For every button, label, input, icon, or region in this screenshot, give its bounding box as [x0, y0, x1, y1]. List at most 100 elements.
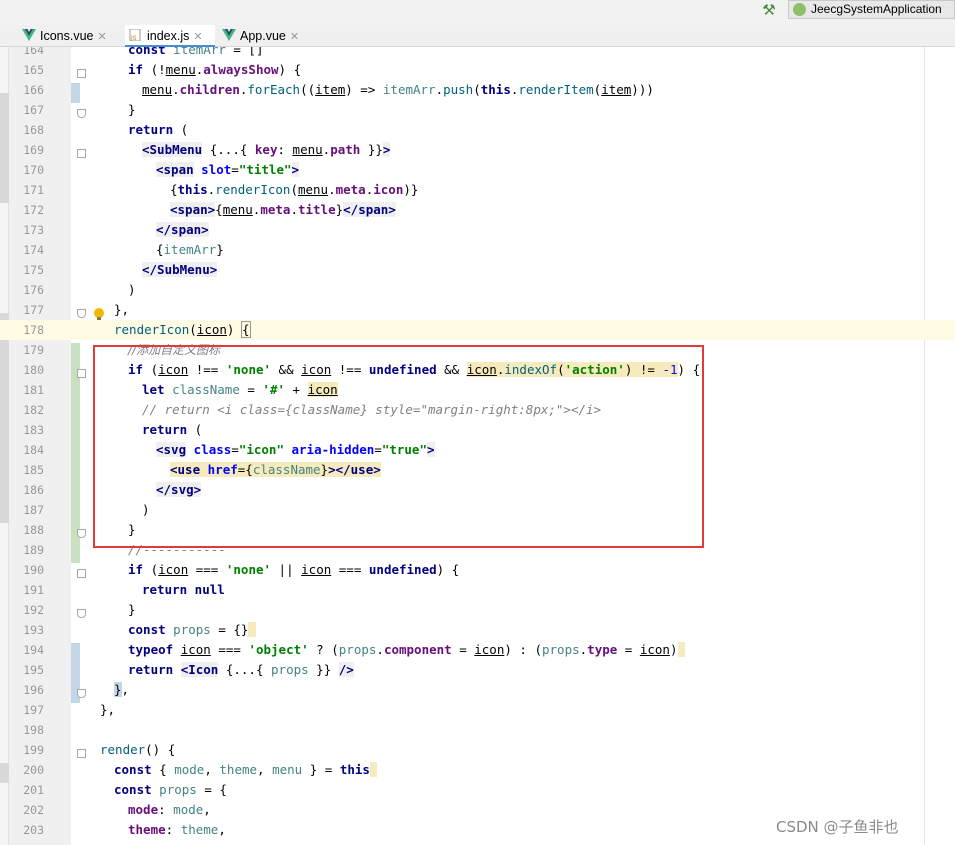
line-number: 174 [23, 243, 44, 257]
code-line-current[interactable]: 178 renderIcon(icon) { [0, 320, 955, 340]
line-number: 203 [23, 823, 44, 837]
code-line[interactable]: 198 [0, 720, 955, 740]
code-line[interactable]: 169 <SubMenu {...{ key: menu.path }}> [0, 140, 955, 160]
code-text: theme: theme, [128, 822, 226, 837]
line-number: 190 [23, 563, 44, 577]
code-text: </span> [156, 222, 209, 237]
line-number: 164 [23, 47, 44, 57]
line-number: 185 [23, 463, 44, 477]
hammer-icon[interactable]: ⚒ [760, 1, 778, 19]
code-line[interactable]: 197 }, [0, 700, 955, 720]
code-line[interactable]: 172 <span>{menu.meta.title}</span> [0, 200, 955, 220]
tab-index-js[interactable]: JS index.js ✕ [125, 25, 215, 47]
code-line[interactable]: 176 ) [0, 280, 955, 300]
highlight-annotation-box [93, 345, 704, 548]
code-text: }, [100, 702, 116, 717]
code-text: }, [114, 302, 130, 317]
code-text: ) [128, 282, 136, 297]
line-number: 181 [23, 383, 44, 397]
code-line[interactable]: 193 const props = {} [0, 620, 955, 640]
svg-text:JS: JS [130, 35, 137, 41]
code-line[interactable]: 164 const itemArr = [] [0, 47, 955, 60]
code-text: {itemArr} [156, 242, 224, 257]
code-line[interactable]: 196 }, [0, 680, 955, 700]
line-number: 191 [23, 583, 44, 597]
tab-label: Icons.vue [40, 29, 94, 43]
code-text: return null [142, 582, 225, 597]
line-number: 202 [23, 803, 44, 817]
line-number: 187 [23, 503, 44, 517]
code-text: const { mode, theme, menu } = this [114, 760, 378, 780]
code-line[interactable]: 190 if (icon === 'none' || icon === unde… [0, 560, 955, 580]
line-number: 201 [23, 783, 44, 797]
line-number: 170 [23, 163, 44, 177]
code-text: <span slot="title"> [156, 162, 300, 177]
code-text: renderIcon(icon) { [114, 321, 251, 338]
line-number: 199 [23, 743, 44, 757]
code-text: }, [114, 682, 130, 697]
line-number: 171 [23, 183, 44, 197]
code-text: } [128, 602, 136, 617]
code-line[interactable]: 168 return ( [0, 120, 955, 140]
code-line[interactable]: 191 return null [0, 580, 955, 600]
code-line[interactable]: 195 return <Icon {...{ props }} /> [0, 660, 955, 680]
code-line[interactable]: 199 render() { [0, 740, 955, 760]
tab-app-vue[interactable]: App.vue ✕ [222, 25, 312, 47]
close-icon[interactable]: ✕ [193, 31, 202, 43]
tab-label: index.js [147, 29, 190, 43]
editor-tab-bar: Icons.vue ✕ JS index.js ✕ App.vue ✕ [0, 25, 955, 47]
code-text: typeof icon === 'object' ? (props.compon… [128, 640, 686, 660]
code-line[interactable]: 166 menu.children.forEach((item) => item… [0, 80, 955, 100]
tab-icons-vue[interactable]: Icons.vue ✕ [22, 25, 122, 47]
line-number: 172 [23, 203, 44, 217]
code-text: <span>{menu.meta.title}</span> [170, 202, 396, 217]
code-text: {this.renderIcon(menu.meta.icon)} [170, 182, 419, 197]
line-number: 182 [23, 403, 44, 417]
line-number: 177 [23, 303, 44, 317]
line-number: 196 [23, 683, 44, 697]
line-number: 178 [23, 323, 44, 337]
run-configuration-selector[interactable]: JeecgSystemApplication [788, 0, 955, 19]
code-text: if (icon === 'none' || icon === undefine… [128, 562, 460, 577]
vue-file-icon [22, 29, 36, 41]
close-icon[interactable]: ✕ [98, 31, 107, 43]
code-line[interactable]: 174 {itemArr} [0, 240, 955, 260]
line-number: 169 [23, 143, 44, 157]
code-line[interactable]: 200 const { mode, theme, menu } = this [0, 760, 955, 780]
code-line[interactable]: 171 {this.renderIcon(menu.meta.icon)} [0, 180, 955, 200]
line-number: 186 [23, 483, 44, 497]
code-text: if (!menu.alwaysShow) { [128, 62, 302, 77]
line-number: 189 [23, 543, 44, 557]
code-line[interactable]: 177 }, [0, 300, 955, 320]
line-number: 194 [23, 643, 44, 657]
line-number: 195 [23, 663, 44, 677]
line-number: 175 [23, 263, 44, 277]
line-number: 176 [23, 283, 44, 297]
code-line[interactable]: 175 </SubMenu> [0, 260, 955, 280]
code-text: const itemArr = [] [128, 47, 264, 57]
line-number: 179 [23, 343, 44, 357]
line-number: 192 [23, 603, 44, 617]
close-icon[interactable]: ✕ [290, 31, 299, 43]
line-number: 188 [23, 523, 44, 537]
top-toolbar: ⚒ JeecgSystemApplication [0, 0, 955, 25]
code-line[interactable]: 165 if (!menu.alwaysShow) { [0, 60, 955, 80]
code-line[interactable]: 173 </span> [0, 220, 955, 240]
line-number: 198 [23, 723, 44, 737]
code-line[interactable]: 167 } [0, 100, 955, 120]
line-number: 173 [23, 223, 44, 237]
code-text: } [128, 102, 136, 117]
vue-file-icon [222, 29, 236, 41]
line-number: 193 [23, 623, 44, 637]
code-line[interactable]: 201 const props = { [0, 780, 955, 800]
line-number: 184 [23, 443, 44, 457]
code-line[interactable]: 170 <span slot="title"> [0, 160, 955, 180]
tab-label: App.vue [240, 29, 286, 43]
line-number: 167 [23, 103, 44, 117]
code-line[interactable]: 194 typeof icon === 'object' ? (props.co… [0, 640, 955, 660]
line-number: 165 [23, 63, 44, 77]
code-line[interactable]: 192 } [0, 600, 955, 620]
watermark: CSDN @子鱼非也 [776, 818, 899, 836]
line-number: 166 [23, 83, 44, 97]
code-text: render() { [100, 742, 176, 757]
